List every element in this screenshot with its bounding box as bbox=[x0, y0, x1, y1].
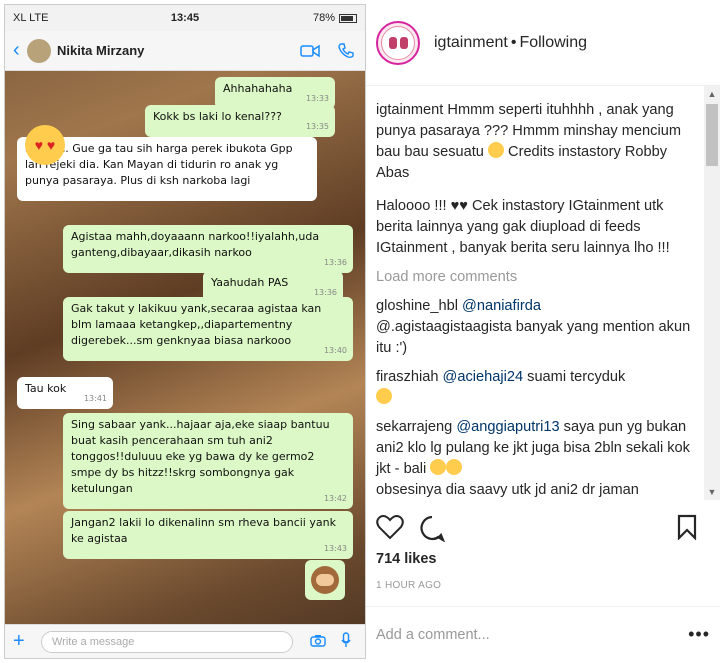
comments-section[interactable]: igtainment Hmmm seperti ituhhhh , anak y… bbox=[366, 86, 704, 500]
chat-screenshot: XL LTE 13:45 78% ‹ Nikita Mirzany Ahhaha… bbox=[4, 4, 366, 659]
more-options-icon[interactable]: ••• bbox=[688, 624, 710, 645]
comment-text: suami tercyduk bbox=[527, 369, 626, 385]
status-bar: XL LTE 13:45 78% bbox=[5, 5, 365, 31]
comment-item: sekarrajeng @anggiaputri13 saya pun yg b… bbox=[376, 417, 694, 500]
see-no-evil-monkey-sticker-icon bbox=[305, 560, 345, 600]
comment-item: gloshine_hbl @naniafirda @.agistaagistaa… bbox=[376, 296, 694, 359]
likes-count[interactable]: 714 likes bbox=[376, 551, 436, 567]
like-heart-icon[interactable] bbox=[376, 514, 404, 542]
comment-mention[interactable]: @anggiaputri13 bbox=[456, 419, 559, 435]
instagram-post-panel: igtainment • Following igtainment Hmmm sep… bbox=[366, 0, 720, 663]
profile-avatar[interactable] bbox=[376, 20, 420, 65]
scroll-up-arrow-icon[interactable]: ▲ bbox=[704, 86, 720, 102]
message-text: Agistaa mahh,doyaaann narkoo!!iyalahh,ud… bbox=[71, 230, 320, 259]
caption-text-2: Haloooo !!! ♥♥ Cek instastory IGtainment… bbox=[376, 198, 670, 256]
post-timestamp: 1 HOUR AGO bbox=[376, 580, 442, 591]
camera-icon[interactable] bbox=[307, 634, 329, 650]
bookmark-save-icon[interactable] bbox=[676, 514, 704, 542]
message-bubble: Gak takut y lakikuu yank,secaraa agistaa… bbox=[63, 297, 353, 361]
comment-mention[interactable]: @naniafirda bbox=[462, 298, 541, 314]
scroll-down-arrow-icon[interactable]: ▼ bbox=[704, 484, 720, 500]
comment-username[interactable]: sekarrajeng bbox=[376, 419, 452, 435]
caption: igtainment Hmmm seperti ituhhhh , anak y… bbox=[376, 100, 694, 184]
message-time: 13:36 bbox=[323, 258, 347, 267]
message-time: 13:41 bbox=[83, 394, 107, 403]
load-more-comments-button[interactable]: Load more comments bbox=[376, 267, 694, 288]
message-text: Gak takut y lakikuu yank,secaraa agistaa… bbox=[71, 302, 322, 347]
post-actions bbox=[366, 508, 720, 548]
message-text: Kokk bs laki lo kenal??? bbox=[153, 110, 282, 123]
message-time: 13:40 bbox=[323, 346, 347, 355]
heart-eyes-emoji-icon: ♥ ♥ bbox=[25, 125, 65, 165]
comments-scrollbar[interactable]: ▲ ▼ bbox=[704, 86, 720, 500]
message-text: Ahhahahaha bbox=[223, 82, 293, 95]
message-text: Yaahudah PAS bbox=[211, 276, 289, 289]
message-text: Iya yah. Gue ga tau sih harga perek ibuk… bbox=[25, 142, 293, 187]
comment-bubble-icon[interactable] bbox=[418, 514, 446, 543]
contact-avatar[interactable] bbox=[27, 38, 51, 63]
follow-state-button[interactable]: Following bbox=[519, 34, 587, 51]
contact-name[interactable]: Nikita Mirzany bbox=[57, 43, 285, 58]
message-time: 13:43 bbox=[323, 544, 347, 553]
message-bubble: Jangan2 lakii lo dikenalinn sm rheva ban… bbox=[63, 511, 353, 559]
grinning-emoji-icon bbox=[446, 459, 463, 475]
message-text: Tau kok bbox=[25, 382, 67, 395]
grinning-emoji-icon bbox=[430, 459, 447, 475]
status-time: 13:45 bbox=[170, 12, 200, 24]
message-bubble: Kokk bs laki lo kenal??? 13:35 bbox=[145, 105, 335, 137]
add-comment-input[interactable]: Add a comment... bbox=[376, 627, 688, 643]
message-time: 13:42 bbox=[323, 494, 347, 503]
chat-header: ‹ Nikita Mirzany bbox=[5, 31, 365, 71]
message-text: Sing sabaar yank...hajaar aja,eke siaap … bbox=[71, 418, 330, 495]
attach-plus-icon[interactable]: + bbox=[13, 630, 33, 653]
comment-username[interactable]: gloshine_hbl bbox=[376, 298, 458, 314]
microphone-icon[interactable] bbox=[335, 632, 357, 651]
battery-icon bbox=[339, 13, 357, 23]
post-username[interactable]: igtainment bbox=[434, 34, 508, 51]
comment-username[interactable]: firaszhiah bbox=[376, 369, 438, 385]
add-comment-bar: Add a comment... ••• bbox=[366, 606, 720, 662]
comment-item: firaszhiah @aciehaji24 suami tercyduk bbox=[376, 367, 694, 409]
message-input[interactable]: Write a message bbox=[41, 630, 293, 653]
post-header: igtainment • Following bbox=[366, 0, 720, 86]
message-bubble: Tau kok 13:41 bbox=[17, 377, 113, 409]
caption-username[interactable]: igtainment bbox=[376, 102, 443, 118]
video-call-icon[interactable] bbox=[299, 42, 321, 60]
message-time: 13:35 bbox=[305, 122, 329, 131]
laughing-tears-emoji-icon bbox=[487, 142, 504, 158]
message-input-bar: + Write a message bbox=[5, 624, 365, 658]
caption-continued: Haloooo !!! ♥♥ Cek instastory IGtainment… bbox=[376, 196, 694, 259]
message-text: Jangan2 lakii lo dikenalinn sm rheva ban… bbox=[71, 516, 336, 545]
message-bubble: Agistaa mahh,doyaaann narkoo!!iyalahh,ud… bbox=[63, 225, 353, 273]
message-bubble: Sing sabaar yank...hajaar aja,eke siaap … bbox=[63, 413, 353, 509]
back-chevron-icon[interactable]: ‹ bbox=[13, 39, 27, 62]
comment-text: @.agistaagistaagista banyak yang mention… bbox=[376, 319, 691, 356]
laughing-tears-emoji-icon bbox=[376, 388, 392, 404]
scrollbar-thumb[interactable] bbox=[706, 104, 718, 166]
comment-mention[interactable]: @aciehaji24 bbox=[443, 369, 524, 385]
phone-call-icon[interactable] bbox=[335, 42, 357, 60]
comment-text-cut: obsesinya dia saavy utk jd ani2 dr jaman bbox=[376, 482, 639, 498]
